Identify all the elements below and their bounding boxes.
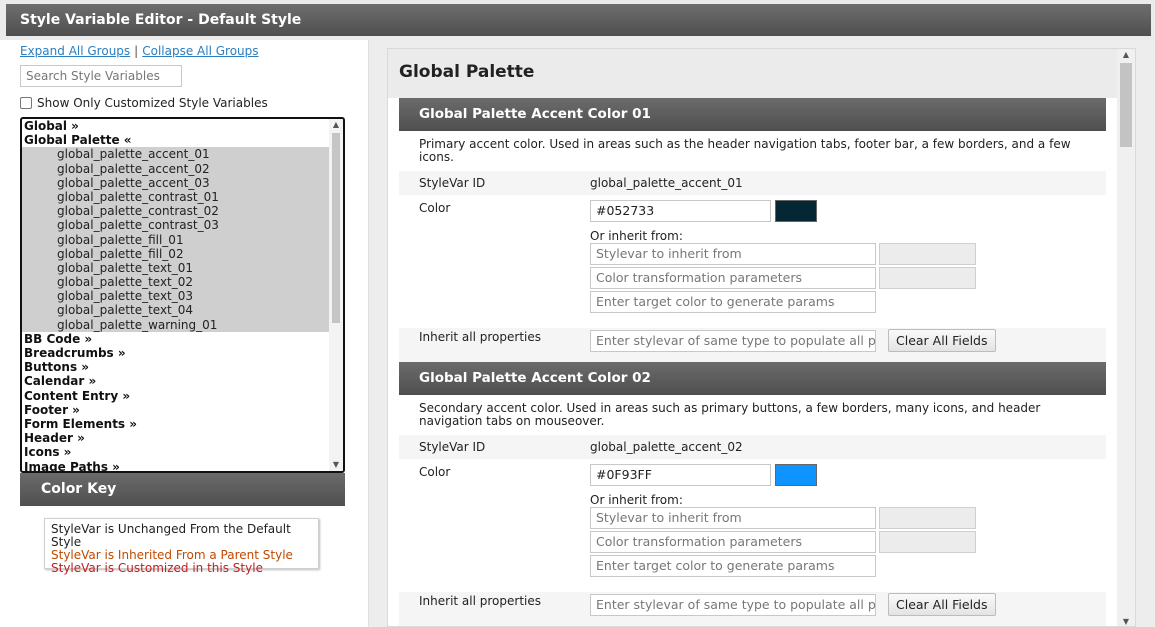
color-transform-input[interactable]: Color transformation parameters xyxy=(590,267,876,289)
list-stylevar-option[interactable]: global_palette_fill_01 xyxy=(22,232,329,247)
clear-all-fields-button[interactable]: Clear All Fields xyxy=(888,329,996,352)
list-group-option[interactable]: BB Code » xyxy=(22,332,329,346)
color-key-legend: StyleVar is Unchanged From the Default S… xyxy=(44,518,319,575)
stylevar-id-label: StyleVar ID xyxy=(419,440,486,454)
stylevar-id-label: StyleVar ID xyxy=(419,176,486,190)
inherit-from-label: Or inherit from: xyxy=(590,493,683,507)
color-key-header: Color Key xyxy=(20,473,345,506)
list-stylevar-option[interactable]: global_palette_text_01 xyxy=(22,260,329,276)
main-area: Global Palette Global Palette Accent Col… xyxy=(368,40,1155,627)
color-key-unchanged: StyleVar is Unchanged From the Default S… xyxy=(51,522,291,549)
stylevar-inherit-input[interactable]: Stylevar to inherit from xyxy=(590,507,876,529)
list-stylevar-option[interactable]: global_palette_accent_03 xyxy=(22,175,329,190)
style-variable-listbox[interactable]: Global » Global Palette «global_palette_a… xyxy=(20,117,345,473)
list-stylevar-option[interactable]: global_palette_accent_02 xyxy=(22,161,329,176)
list-stylevar-option[interactable]: global_palette_warning_01 xyxy=(22,317,329,332)
show-customized-row[interactable]: Show Only Customized Style Variables xyxy=(20,96,268,110)
section-description: Primary accent color. Used in areas such… xyxy=(399,131,1106,171)
color-label: Color xyxy=(419,465,451,479)
scroll-up-arrow-icon[interactable]: ▲ xyxy=(1117,49,1135,61)
section-accent-01: Global Palette Accent Color 01 Primary a… xyxy=(399,98,1106,362)
list-group-option[interactable]: Image Paths » xyxy=(22,460,329,472)
show-customized-label: Show Only Customized Style Variables xyxy=(37,96,268,110)
inherit-all-input[interactable]: Enter stylevar of same type to populate … xyxy=(590,594,876,616)
scrollbar-thumb[interactable] xyxy=(1120,63,1132,147)
color-key-customized: StyleVar is Customized in this Style xyxy=(51,561,263,575)
list-group-option[interactable]: Content Entry » xyxy=(22,389,329,403)
list-group-option[interactable]: Buttons » xyxy=(22,360,329,374)
page-title: Style Variable Editor - Default Style xyxy=(6,4,1151,36)
list-stylevar-option[interactable]: global_palette_contrast_01 xyxy=(22,189,329,205)
search-input[interactable] xyxy=(20,65,182,87)
stylevar-id-row: StyleVar ID global_palette_accent_02 xyxy=(399,435,1106,459)
scroll-down-arrow-icon[interactable]: ▼ xyxy=(329,459,343,471)
listbox-options: Global » Global Palette «global_palette_a… xyxy=(22,119,329,472)
list-group-option[interactable]: Global » xyxy=(22,119,329,133)
color-label: Color xyxy=(419,201,451,215)
list-stylevar-option[interactable]: global_palette_contrast_02 xyxy=(22,204,329,219)
inherit-all-row: Inherit all properties Enter stylevar of… xyxy=(399,328,1106,362)
color-row: Color #052733 Or inherit from: Stylevar … xyxy=(399,195,1106,328)
color-row: Color #0F93FF Or inherit from: Stylevar … xyxy=(399,459,1106,592)
inherit-all-input[interactable]: Enter stylevar of same type to populate … xyxy=(590,330,876,352)
list-group-option[interactable]: Global Palette « xyxy=(22,133,329,147)
expand-all-groups-link[interactable]: Expand All Groups xyxy=(20,44,130,58)
sections-container: Global Palette Accent Color 01 Primary a… xyxy=(399,98,1106,626)
sidebar: Expand All Groups |Collapse All Groups Sh… xyxy=(0,40,362,627)
stylevar-id-row: StyleVar ID global_palette_accent_01 xyxy=(399,171,1106,195)
list-stylevar-option[interactable]: global_palette_text_02 xyxy=(22,275,329,290)
list-stylevar-option[interactable]: global_palette_text_04 xyxy=(22,303,329,318)
inherit-all-label: Inherit all properties xyxy=(419,330,541,344)
group-links: Expand All Groups | Collapse All Groups xyxy=(20,44,259,58)
color-value-input[interactable]: #0F93FF xyxy=(590,464,771,486)
scrollbar-thumb[interactable] xyxy=(332,133,340,323)
list-stylevar-option[interactable]: global_palette_text_03 xyxy=(22,289,329,304)
inherit-all-row: Inherit all properties Enter stylevar of… xyxy=(399,592,1106,626)
scroll-up-arrow-icon[interactable]: ▲ xyxy=(329,119,343,131)
section-accent-02: Global Palette Accent Color 02 Secondary… xyxy=(399,362,1106,626)
link-separator: | xyxy=(134,44,139,58)
section-header: Global Palette Accent Color 01 xyxy=(399,98,1106,131)
color-value-input[interactable]: #052733 xyxy=(590,200,771,222)
list-group-option[interactable]: Calendar » xyxy=(22,374,329,388)
section-description: Secondary accent color. Used in areas su… xyxy=(399,395,1106,435)
color-swatch[interactable] xyxy=(775,200,817,222)
list-stylevar-option[interactable]: global_palette_fill_02 xyxy=(22,246,329,261)
list-group-option[interactable]: Breadcrumbs » xyxy=(22,346,329,360)
listbox-scrollbar[interactable]: ▲ ▼ xyxy=(329,119,343,471)
color-transform-preview xyxy=(879,531,976,553)
list-stylevar-option[interactable]: global_palette_accent_01 xyxy=(22,147,329,162)
list-group-option[interactable]: Icons » xyxy=(22,445,329,459)
group-title: Global Palette xyxy=(388,49,1117,98)
inherit-all-label: Inherit all properties xyxy=(419,594,541,608)
scroll-down-arrow-icon[interactable]: ▼ xyxy=(1117,616,1135,626)
stylevar-id-value: global_palette_accent_02 xyxy=(590,440,743,454)
color-transform-preview xyxy=(879,267,976,289)
target-color-input[interactable]: Enter target color to generate params xyxy=(590,291,876,313)
inherit-from-label: Or inherit from: xyxy=(590,229,683,243)
clear-all-fields-button[interactable]: Clear All Fields xyxy=(888,593,996,616)
collapse-all-groups-link[interactable]: Collapse All Groups xyxy=(142,44,258,58)
main-scrollbar[interactable]: ▲ ▼ xyxy=(1117,49,1135,626)
list-group-option[interactable]: Form Elements » xyxy=(22,417,329,431)
color-swatch[interactable] xyxy=(775,464,817,486)
title-bar: Style Variable Editor - Default Style xyxy=(0,0,1155,40)
show-customized-checkbox[interactable] xyxy=(20,97,32,109)
section-header: Global Palette Accent Color 02 xyxy=(399,362,1106,395)
list-group-option[interactable]: Header » xyxy=(22,431,329,445)
stylevar-id-value: global_palette_accent_01 xyxy=(590,176,743,190)
stylevar-inherit-input[interactable]: Stylevar to inherit from xyxy=(590,243,876,265)
list-group-option[interactable]: Footer » xyxy=(22,403,329,417)
color-transform-input[interactable]: Color transformation parameters xyxy=(590,531,876,553)
stylevar-inherit-preview xyxy=(879,243,976,265)
editor-panel: Global Palette Global Palette Accent Col… xyxy=(387,48,1136,627)
stylevar-inherit-preview xyxy=(879,507,976,529)
target-color-input[interactable]: Enter target color to generate params xyxy=(590,555,876,577)
list-stylevar-option[interactable]: global_palette_contrast_03 xyxy=(22,218,329,233)
